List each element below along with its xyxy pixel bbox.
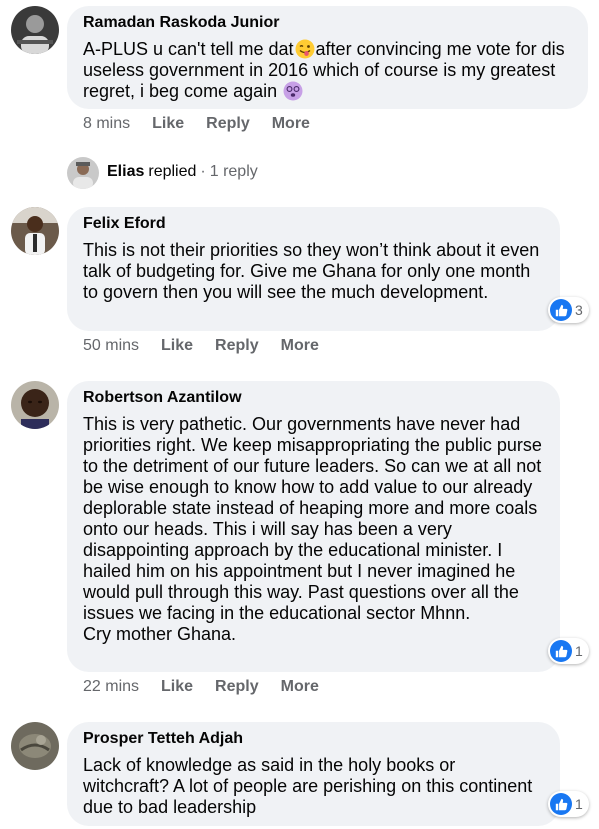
comment-author[interactable]: Prosper Tetteh Adjah (83, 731, 544, 749)
dizzy-face-emoji (283, 81, 303, 101)
comment-author[interactable]: Robertson Azantilow (83, 390, 544, 408)
comment-text: This is not their priorities so they won… (83, 240, 540, 302)
comment-timestamp[interactable]: 8 mins (83, 115, 130, 133)
comment-bubble: Ramadan Raskoda Junior A-PLUS u can't te… (67, 6, 588, 109)
like-button[interactable]: Like (152, 115, 184, 133)
comment-timestamp[interactable]: 50 mins (83, 337, 139, 355)
like-button[interactable]: Like (161, 678, 193, 696)
comment-actions: 22 mins Like Reply More (83, 677, 341, 697)
comment-text: This is very pathetic. Our governments h… (83, 414, 542, 644)
reaction-summary[interactable]: 3 (548, 297, 589, 323)
reaction-count: 1 (575, 643, 583, 659)
replier-avatar[interactable] (67, 157, 99, 189)
replies-link[interactable]: Elias replied · 1 reply (107, 162, 258, 182)
comment-timestamp[interactable]: 22 mins (83, 678, 139, 696)
comment-bubble: Prosper Tetteh Adjah Lack of knowledge a… (67, 722, 560, 826)
reaction-count: 3 (575, 302, 583, 318)
more-button[interactable]: More (272, 115, 310, 133)
replied-label: replied (148, 163, 197, 180)
reply-button[interactable]: Reply (215, 337, 259, 355)
more-button[interactable]: More (281, 678, 319, 696)
avatar[interactable] (11, 722, 59, 770)
comment-actions: 8 mins Like Reply More (83, 114, 332, 134)
comment-bubble: Felix Eford This is not their priorities… (67, 207, 560, 331)
avatar[interactable] (11, 207, 59, 255)
comment-actions: 50 mins Like Reply More (83, 336, 341, 356)
reply-button[interactable]: Reply (206, 115, 250, 133)
reaction-summary[interactable]: 1 (548, 638, 589, 664)
avatar[interactable] (11, 381, 59, 429)
more-button[interactable]: More (281, 337, 319, 355)
reaction-count: 1 (575, 796, 583, 812)
thumbs-up-icon (550, 640, 572, 662)
reaction-summary[interactable]: 1 (548, 791, 589, 817)
thumbs-up-icon (550, 793, 572, 815)
avatar[interactable] (11, 6, 59, 54)
replier-name[interactable]: Elias (107, 163, 144, 181)
thumbs-up-icon (550, 299, 572, 321)
reply-count[interactable]: 1 reply (210, 163, 258, 181)
like-button[interactable]: Like (161, 337, 193, 355)
comment-author[interactable]: Ramadan Raskoda Junior (83, 15, 572, 33)
reply-button[interactable]: Reply (215, 678, 259, 696)
separator: · (200, 163, 206, 180)
winking-tongue-emoji (295, 39, 315, 59)
comment-bubble: Robertson Azantilow This is very patheti… (67, 381, 560, 672)
comment-author[interactable]: Felix Eford (83, 216, 544, 234)
comment-text: Lack of knowledge as said in the holy bo… (83, 755, 533, 817)
comment-text-part: A-PLUS u can't tell me dat (83, 39, 294, 59)
comment-text: A-PLUS u can't tell me dat after convinci… (83, 39, 572, 102)
